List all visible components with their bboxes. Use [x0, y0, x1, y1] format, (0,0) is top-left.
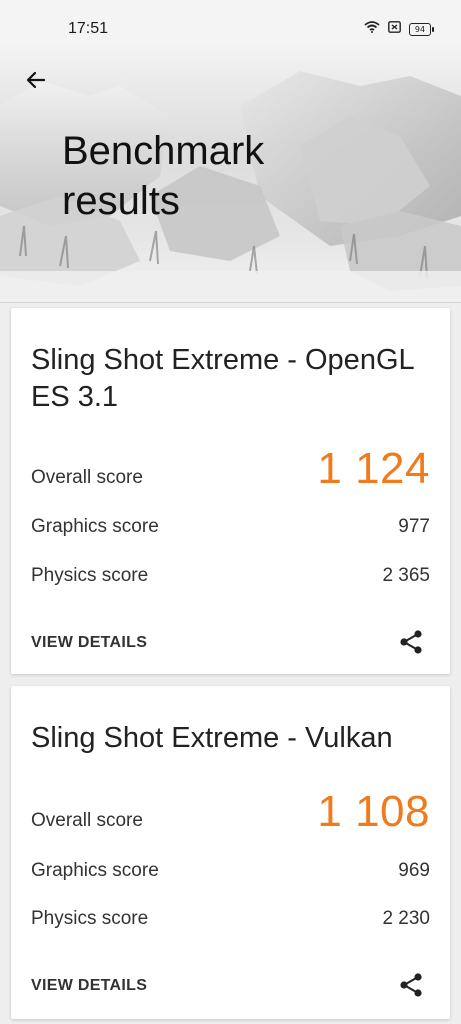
overall-score-value: 1 124 [317, 444, 430, 493]
status-bar: 17:51 94 [0, 0, 461, 46]
share-icon [400, 630, 422, 654]
notification-icon [388, 20, 401, 38]
physics-score-value: 2 365 [382, 565, 430, 586]
overall-score-row: Overall score 1 124 [31, 444, 430, 494]
back-arrow-icon [26, 71, 46, 89]
share-icon [400, 973, 422, 997]
graphics-score-label: Graphics score [31, 860, 159, 881]
physics-score-label: Physics score [31, 908, 149, 929]
graphics-score-label: Graphics score [31, 516, 159, 537]
result-card-opengl: Sling Shot Extreme - OpenGL ES 3.1 Overa… [11, 308, 450, 674]
physics-score-label: Physics score [31, 565, 149, 586]
result-card-vulkan: Sling Shot Extreme - Vulkan Overall scor… [11, 686, 450, 1019]
view-details-button[interactable]: VIEW DETAILS [31, 634, 147, 652]
overall-score-row: Overall score 1 108 [31, 787, 430, 837]
header-banner: Benchmark results [0, 46, 461, 303]
page-title: Benchmark results [62, 129, 265, 223]
graphics-score-value: 977 [398, 516, 430, 537]
wifi-icon [364, 20, 380, 38]
physics-score-value: 2 230 [382, 908, 430, 929]
graphics-score-row: Graphics score 977 [31, 516, 430, 538]
graphics-score-value: 969 [398, 860, 430, 881]
back-button[interactable] [20, 64, 52, 96]
battery-icon: 94 [409, 22, 434, 36]
share-button[interactable] [398, 629, 424, 655]
overall-score-label: Overall score [31, 467, 143, 488]
graphics-score-row: Graphics score 969 [31, 860, 430, 882]
overall-score-value: 1 108 [317, 787, 430, 836]
share-button[interactable] [398, 972, 424, 998]
overall-score-label: Overall score [31, 810, 143, 831]
view-details-button[interactable]: VIEW DETAILS [31, 977, 147, 995]
status-time: 17:51 [68, 20, 109, 37]
physics-score-row: Physics score 2 230 [31, 908, 430, 930]
card-title: Sling Shot Extreme - Vulkan [31, 722, 393, 754]
status-icons: 94 [364, 20, 434, 38]
physics-score-row: Physics score 2 365 [31, 565, 430, 587]
card-title: Sling Shot Extreme - OpenGL ES 3.1 [31, 344, 414, 413]
